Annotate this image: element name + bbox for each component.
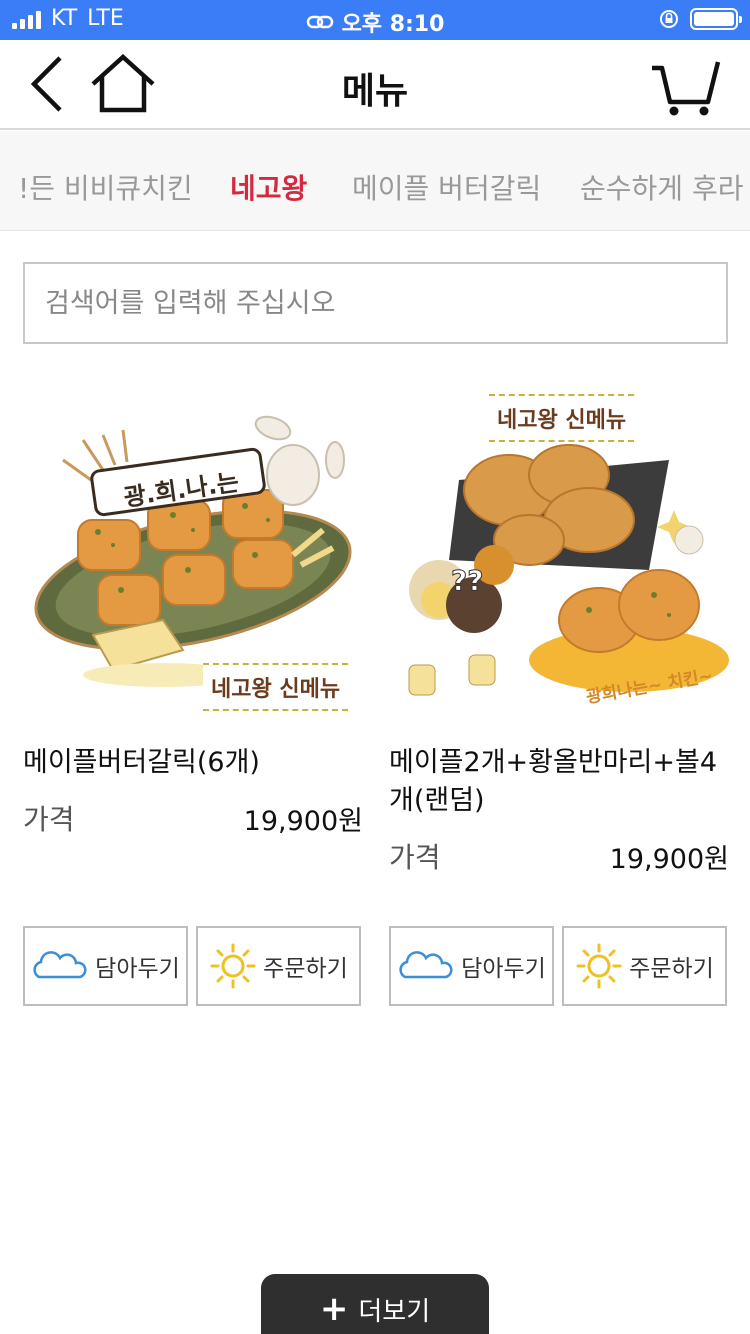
new-menu-badge: 네고왕 신메뉴 [203, 663, 349, 711]
tab-maple-butter-garlic[interactable]: 메이플 버터갈릭 [352, 167, 541, 207]
product-actions: 담아두기 주문하기 [389, 926, 727, 1006]
new-menu-badge: 네고왕 신메뉴 [489, 394, 635, 442]
tab-bbq-chicken[interactable]: !든 비비큐치킨 [18, 167, 193, 207]
product-name[interactable]: 메이플버터갈릭(6개) [23, 744, 363, 782]
order-button[interactable]: 주문하기 [562, 926, 727, 1006]
order-label: 주문하기 [263, 956, 348, 982]
price-row: 가격 19,900원 [23, 798, 363, 838]
load-more-button[interactable]: + 더보기 [261, 1274, 489, 1334]
plus-icon: + [319, 1289, 349, 1329]
sun-icon [210, 943, 256, 989]
category-tabs: !든 비비큐치킨 네고왕 메이플 버터갈릭 순수하게 후라 [0, 131, 750, 231]
price-value: 19,900원 [243, 805, 363, 837]
app-header: 메뉴 [0, 40, 750, 130]
cloud-icon [33, 951, 87, 979]
tab-negowang[interactable]: 네고왕 [230, 167, 307, 207]
price-label: 가격 [23, 803, 75, 836]
status-center: 오후 8:10 [0, 6, 750, 38]
cloud-icon [399, 951, 453, 979]
battery-icon [690, 8, 742, 30]
rotation-lock-icon [660, 10, 678, 28]
search-box [23, 262, 728, 344]
status-bar: KT LTE 오후 8:10 [0, 0, 750, 40]
save-label: 담아두기 [461, 956, 546, 982]
save-for-later-button[interactable]: 담아두기 [23, 926, 188, 1006]
clock: 오후 8:10 [341, 12, 445, 37]
product-card[interactable]: 광.희.나.는 네고왕 신메뉴 메이플버터갈릭(6개) 가격 19,900원 [23, 380, 363, 838]
tab-pure-fried[interactable]: 순수하게 후라 [580, 167, 743, 207]
product-name[interactable]: 메이플2개+황올반마리+볼4개(랜덤) [389, 744, 729, 820]
link-icon [306, 15, 333, 29]
price-label: 가격 [389, 841, 441, 874]
save-for-later-button[interactable]: 담아두기 [389, 926, 554, 1006]
load-more-label: 더보기 [358, 1296, 431, 1327]
product-image[interactable]: 광.희.나.는 네고왕 신메뉴 [23, 380, 363, 720]
product-card[interactable]: ?? 네고왕 신메뉴 광희나는~ 치킨~ 메이플2개+황올반마리+볼4개(랜덤)… [389, 380, 729, 876]
order-button[interactable]: 주문하기 [196, 926, 361, 1006]
page-title: 메뉴 [341, 71, 409, 112]
product-actions: 담아두기 주문하기 [23, 926, 361, 1006]
save-label: 담아두기 [95, 956, 180, 982]
price-row: 가격 19,900원 [389, 836, 729, 876]
svg-text:??: ?? [451, 564, 483, 597]
price-value: 19,900원 [609, 843, 729, 875]
sun-icon [576, 943, 622, 989]
product-image[interactable]: ?? 네고왕 신메뉴 광희나는~ 치킨~ [389, 380, 729, 720]
status-right [658, 8, 742, 30]
search-input[interactable] [25, 264, 726, 342]
order-label: 주문하기 [629, 956, 714, 982]
cart-icon [652, 61, 721, 116]
cart-button[interactable] [650, 58, 722, 118]
